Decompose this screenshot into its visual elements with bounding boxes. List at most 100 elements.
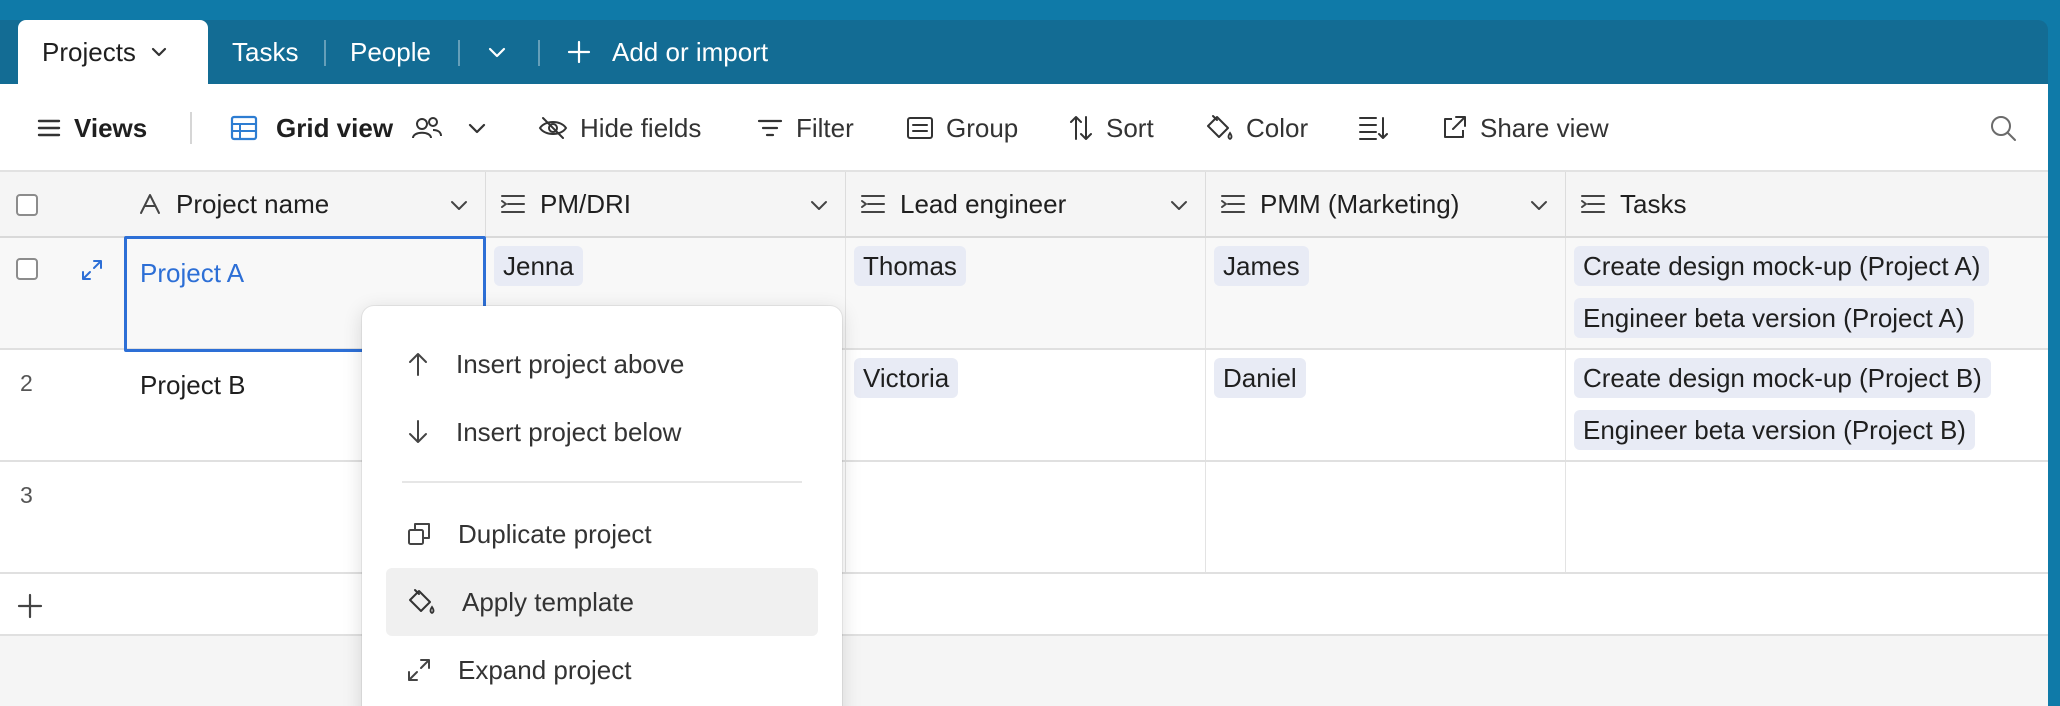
tasks-cell[interactable]: Create design mock-up (Project A) Engine… (1566, 238, 2048, 348)
pmm-cell[interactable] (1206, 462, 1566, 572)
column-header-label: Lead engineer (900, 188, 1067, 219)
window-edge (2048, 84, 2060, 706)
plus-icon[interactable] (16, 592, 44, 620)
hide-fields-label: Hide fields (580, 112, 702, 143)
duplicate-icon (408, 523, 430, 545)
column-header-label: Tasks (1620, 188, 1687, 219)
filter-button[interactable]: Filter (756, 84, 854, 172)
views-label: Views (74, 112, 148, 143)
tab-projects[interactable]: Projects (18, 20, 208, 84)
menu-divider (402, 481, 802, 483)
grid-icon (230, 115, 258, 141)
linked-record-icon (861, 195, 885, 213)
tab-tasks[interactable]: Tasks (232, 20, 298, 84)
linked-record-pill[interactable]: Engineer beta version (Project A) (1574, 298, 1974, 338)
linked-record-pill[interactable]: Victoria (854, 358, 959, 398)
hide-fields-button[interactable]: Hide fields (538, 84, 701, 172)
column-header-pmm-marketing[interactable]: PMM (Marketing) (1206, 172, 1566, 236)
pmm-cell[interactable]: Daniel (1206, 350, 1566, 460)
chevron-down-icon[interactable] (1529, 195, 1549, 215)
select-all-column (0, 172, 124, 236)
linked-record-pill[interactable]: Thomas (854, 246, 966, 286)
add-or-import-label: Add or import (612, 36, 769, 67)
apply-template-item[interactable]: Apply template (386, 568, 818, 636)
linked-record-pill[interactable]: Create design mock-up (Project A) (1574, 246, 1990, 286)
paint-bucket-icon (1207, 115, 1233, 141)
views-button[interactable]: Views (36, 84, 147, 172)
group-label: Group (946, 112, 1019, 143)
linked-record-pill[interactable]: James (1214, 246, 1309, 286)
lead-engineer-cell[interactable]: Thomas (846, 238, 1206, 348)
grid-view-button[interactable]: Grid view (230, 84, 487, 172)
linked-record-pill[interactable]: Jenna (494, 246, 583, 286)
select-all-checkbox[interactable] (16, 194, 38, 216)
tab-projects-label: Projects (42, 36, 136, 67)
tab-people-label: People (350, 36, 431, 67)
more-tables-button[interactable] (486, 20, 508, 84)
linked-record-pill[interactable]: Create design mock-up (Project B) (1574, 358, 1991, 398)
linked-record-icon (501, 195, 525, 213)
linked-record-pill[interactable]: Engineer beta version (Project B) (1574, 410, 1975, 450)
add-or-import-button[interactable]: Add or import (566, 20, 768, 84)
filter-icon (757, 119, 783, 137)
linked-record-pill[interactable]: Daniel (1214, 358, 1306, 398)
row-checkbox[interactable] (16, 258, 38, 280)
tasks-cell[interactable]: Create design mock-up (Project B) Engine… (1566, 350, 2048, 460)
row-height-icon (1359, 117, 1388, 140)
table-row[interactable]: 3 (0, 462, 2048, 574)
grid-view-label: Grid view (276, 112, 394, 143)
group-button[interactable]: Group (906, 84, 1018, 172)
table-row[interactable]: 2 Project B Victoria Daniel Create desig… (0, 350, 2048, 462)
tab-people[interactable]: People (350, 20, 431, 84)
grid-header: Project name PM/DRI Lead engineer PMM (M… (0, 172, 2048, 238)
grid-empty-area (0, 636, 2048, 706)
toolbar-divider (190, 112, 192, 144)
share-view-button[interactable]: Share view (1440, 84, 1609, 172)
linked-record-icon (1221, 195, 1245, 213)
menu-icon (37, 119, 61, 137)
tab-tasks-label: Tasks (232, 36, 299, 67)
lead-engineer-cell[interactable]: Victoria (846, 350, 1206, 460)
sort-button[interactable]: Sort (1068, 84, 1154, 172)
expand-project-item[interactable]: Expand project (386, 636, 818, 704)
tasks-cell[interactable] (1566, 462, 2048, 572)
duplicate-project-item[interactable]: Duplicate project (386, 500, 818, 568)
plus-icon (567, 40, 591, 64)
sort-icon (1070, 116, 1092, 140)
search-button[interactable] (1988, 84, 2018, 172)
column-header-pm-dri[interactable]: PM/DRI (486, 172, 846, 236)
insert-project-above-item[interactable]: Insert project above (386, 330, 818, 398)
sort-label: Sort (1106, 112, 1154, 143)
share-view-label: Share view (1480, 112, 1609, 143)
expand-record-icon[interactable] (80, 258, 104, 282)
row-number: 3 (20, 482, 33, 508)
column-header-lead-engineer[interactable]: Lead engineer (846, 172, 1206, 236)
chevron-down-icon[interactable] (150, 43, 168, 61)
chevron-down-icon[interactable] (1169, 195, 1189, 215)
tab-strip (0, 20, 2048, 84)
column-header-label: Project name (176, 188, 330, 219)
color-button[interactable]: Color (1204, 84, 1308, 172)
collaborators-icon (412, 117, 443, 139)
filter-label: Filter (796, 112, 854, 143)
external-link-icon (1444, 116, 1466, 138)
linked-record-icon (1581, 195, 1605, 213)
menu-item-label: Expand project (458, 654, 632, 685)
lead-engineer-cell[interactable] (846, 462, 1206, 572)
pmm-cell[interactable]: James (1206, 238, 1566, 348)
menu-item-label: Apply template (462, 586, 634, 617)
tab-divider (324, 40, 326, 66)
chevron-down-icon[interactable] (449, 195, 469, 215)
column-header-tasks[interactable]: Tasks (1566, 172, 2048, 236)
insert-project-below-item[interactable]: Insert project below (386, 398, 818, 466)
paint-bucket-icon (409, 589, 435, 615)
tab-divider (458, 40, 460, 66)
add-record-row[interactable] (0, 574, 2048, 636)
chevron-down-icon[interactable] (467, 118, 487, 138)
arrow-up-icon (409, 353, 427, 376)
group-icon (907, 117, 933, 139)
chevron-down-icon[interactable] (809, 195, 829, 215)
column-header-project-name[interactable]: Project name (124, 172, 486, 236)
row-height-button[interactable] (1358, 84, 1388, 172)
column-header-label: PM/DRI (540, 188, 631, 219)
